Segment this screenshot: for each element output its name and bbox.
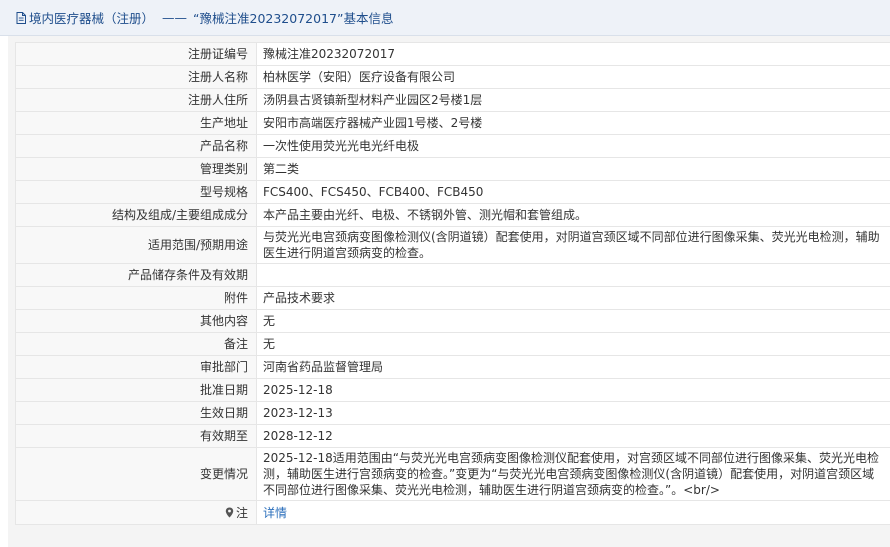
field-value: 与荧光光电宫颈病变图像检测仪(含阴道镜）配套使用，对阴道宫颈区域不同部位进行图像…	[256, 226, 890, 264]
table-row: 生产地址 安阳市高端医疗器械产业园1号楼、2号楼	[15, 111, 890, 135]
field-value: 一次性使用荧光光电光纤电极	[256, 134, 890, 158]
record-title: “豫械注准20232072017”基本信息	[193, 11, 394, 26]
field-label: 有效期至	[15, 424, 257, 448]
table-row: 管理类别 第二类	[15, 157, 890, 181]
field-value: 详情	[256, 500, 890, 525]
field-label: 变更情况	[15, 447, 257, 501]
details-link[interactable]: 详情	[263, 506, 287, 520]
table-row: 附件 产品技术要求	[15, 286, 890, 310]
field-value: 豫械注准20232072017	[256, 42, 890, 66]
document-icon	[16, 11, 26, 24]
table-row: 注册证编号 豫械注准20232072017	[15, 42, 890, 66]
field-value	[256, 263, 890, 287]
field-label: 产品储存条件及有效期	[15, 263, 257, 287]
table-row: 变更情况 2025-12-18适用范围由“与荧光光电宫颈病变图像检测仪配套使用，…	[15, 447, 890, 501]
table-row: 批准日期 2025-12-18	[15, 378, 890, 402]
table-row: 其他内容 无	[15, 309, 890, 333]
field-value: FCS400、FCS450、FCB400、FCB450	[256, 180, 890, 204]
field-label: 批准日期	[15, 378, 257, 402]
category-link[interactable]: 境内医疗器械（注册）	[29, 8, 154, 27]
field-value: 第二类	[256, 157, 890, 181]
table-row: 适用范围/预期用途 与荧光光电宫颈病变图像检测仪(含阴道镜）配套使用，对阴道宫颈…	[15, 226, 890, 264]
field-value: 无	[256, 309, 890, 333]
note-label-cell: 注	[15, 500, 257, 525]
field-label: 结构及组成/主要组成成分	[15, 203, 257, 227]
field-value: 产品技术要求	[256, 286, 890, 310]
field-label: 其他内容	[15, 309, 257, 333]
field-label: 型号规格	[15, 180, 257, 204]
field-value: 安阳市高端医疗器械产业园1号楼、2号楼	[256, 111, 890, 135]
field-value: 汤阴县古贤镇新型材料产业园区2号楼1层	[256, 88, 890, 112]
title-separator: ——	[162, 10, 188, 25]
field-value: 无	[256, 332, 890, 356]
table-row: 备注 无	[15, 332, 890, 356]
field-label: 注册人名称	[15, 65, 257, 89]
field-label: 附件	[15, 286, 257, 310]
field-label: 生效日期	[15, 401, 257, 425]
table-row: 注册人名称 柏林医学（安阳）医疗设备有限公司	[15, 65, 890, 89]
field-label: 注册证编号	[15, 42, 257, 66]
location-pin-icon	[225, 506, 234, 517]
table-row: 有效期至 2028-12-12	[15, 424, 890, 448]
table-row: 生效日期 2023-12-13	[15, 401, 890, 425]
field-value: 2028-12-12	[256, 424, 890, 448]
field-label: 产品名称	[15, 134, 257, 158]
info-table: 注册证编号 豫械注准20232072017 注册人名称 柏林医学（安阳）医疗设备…	[15, 42, 890, 525]
field-label: 注册人住所	[15, 88, 257, 112]
field-value: 河南省药品监督管理局	[256, 355, 890, 379]
field-label: 备注	[15, 332, 257, 356]
detail-panel: 注册证编号 豫械注准20232072017 注册人名称 柏林医学（安阳）医疗设备…	[8, 36, 890, 547]
table-row: 审批部门 河南省药品监督管理局	[15, 355, 890, 379]
field-value: 本产品主要由光纤、电极、不锈钢外管、测光帽和套管组成。	[256, 203, 890, 227]
field-value: 2025-12-18	[256, 378, 890, 402]
field-label: 生产地址	[15, 111, 257, 135]
table-row: 结构及组成/主要组成成分 本产品主要由光纤、电极、不锈钢外管、测光帽和套管组成。	[15, 203, 890, 227]
table-row: 产品名称 一次性使用荧光光电光纤电极	[15, 134, 890, 158]
field-value: 2025-12-18适用范围由“与荧光光电宫颈病变图像检测仪配套使用，对宫颈区域…	[256, 447, 890, 501]
field-value: 柏林医学（安阳）医疗设备有限公司	[256, 65, 890, 89]
field-value: 2023-12-13	[256, 401, 890, 425]
page-title-bar: 境内医疗器械（注册） —— “豫械注准20232072017”基本信息	[0, 0, 890, 36]
field-label: 管理类别	[15, 157, 257, 181]
table-row: 型号规格 FCS400、FCS450、FCB400、FCB450	[15, 180, 890, 204]
field-label: 适用范围/预期用途	[15, 226, 257, 264]
table-row: 注册人住所 汤阴县古贤镇新型材料产业园区2号楼1层	[15, 88, 890, 112]
table-row: 注 详情	[15, 500, 890, 525]
table-row: 产品储存条件及有效期	[15, 263, 890, 287]
note-label: 注	[235, 505, 248, 520]
field-label: 审批部门	[15, 355, 257, 379]
